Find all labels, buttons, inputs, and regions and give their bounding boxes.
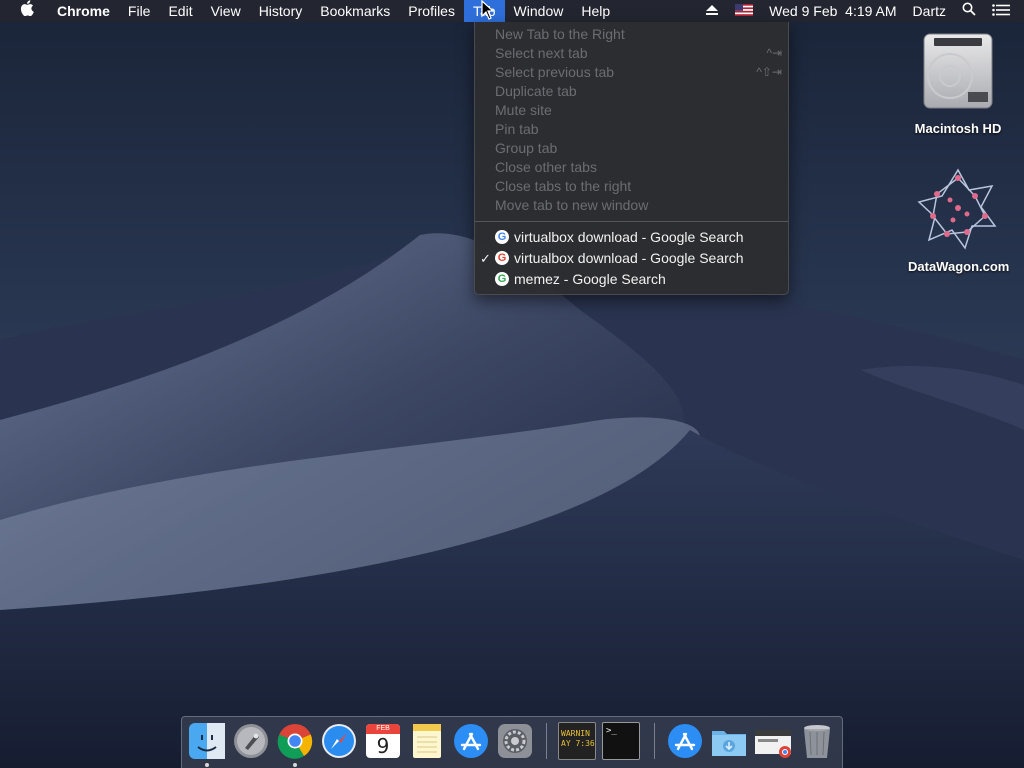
menu-item-label: Move tab to new window [495, 197, 649, 213]
dock: FEB 9 WARNIN AY 7:36 >_ [181, 716, 843, 768]
terminal-prompt: >_ [606, 726, 617, 736]
menu-item-label: Group tab [495, 140, 558, 156]
menu-item-label: virtualbox download - Google Search [514, 250, 744, 266]
menu-item-label: Duplicate tab [495, 83, 577, 99]
menu-separator [475, 221, 788, 222]
downloads-folder-icon[interactable] [710, 722, 748, 760]
menu-item-move-tab-to-new-window: Move tab to new window [475, 196, 788, 215]
google-favicon-icon: G [495, 230, 509, 244]
menu-item-new-tab-to-right: New Tab to the Right [475, 25, 788, 44]
menu-item-select-next-tab: Select next tab ^⇥ [475, 44, 788, 63]
launchpad-icon[interactable] [232, 722, 270, 760]
console-text: WARNIN AY 7:36 [561, 729, 595, 748]
datawagon-logo-icon [917, 168, 997, 250]
menu-item-tab-1[interactable]: Gvirtualbox download - Google Search [475, 227, 788, 248]
menu-item-mute-site: Mute site [475, 101, 788, 120]
menu-profiles[interactable]: Profiles [399, 0, 464, 22]
apple-icon[interactable] [0, 0, 48, 22]
console-icon[interactable]: WARNIN AY 7:36 [558, 722, 596, 760]
menu-item-close-other-tabs: Close other tabs [475, 158, 788, 177]
menu-edit[interactable]: Edit [159, 0, 201, 22]
us-flag-icon[interactable] [727, 0, 761, 22]
menu-item-label: Close other tabs [495, 159, 597, 175]
menu-item-label: virtualbox download - Google Search [514, 229, 744, 245]
app-store-icon[interactable] [452, 722, 490, 760]
google-favicon-icon: G [495, 251, 509, 265]
trash-icon[interactable] [798, 722, 836, 760]
desktop-icon-label: DataWagon.com [908, 259, 1010, 274]
checkmark-icon: ✓ [480, 251, 491, 266]
notification-center-icon[interactable] [984, 0, 1024, 22]
running-indicator [293, 763, 297, 767]
menu-item-tab-3[interactable]: Gmemez - Google Search [475, 269, 788, 290]
menu-item-label: New Tab to the Right [495, 26, 625, 42]
menu-item-label: Select previous tab [495, 64, 615, 80]
menu-bookmarks[interactable]: Bookmarks [311, 0, 399, 22]
menu-item-label: Mute site [495, 102, 552, 118]
mouse-cursor-icon [481, 0, 495, 20]
calendar-day: 9 [376, 734, 390, 758]
desktop-icon-label: Macintosh HD [914, 121, 1002, 136]
menu-item-shortcut: ^⇧⇥ [756, 65, 782, 79]
desktop-icon-datawagon[interactable]: DataWagon.com [908, 168, 1010, 274]
menu-item-group-tab: Group tab [475, 139, 788, 158]
running-indicator [205, 763, 209, 767]
calendar-month: FEB [376, 725, 390, 732]
chrome-window-icon[interactable] [754, 722, 792, 760]
menu-item-label: Select next tab [495, 45, 588, 61]
system-preferences-icon[interactable] [496, 722, 534, 760]
clock[interactable]: Wed 9 Feb 4:19 AM [761, 0, 904, 22]
menu-item-select-previous-tab: Select previous tab ^⇧⇥ [475, 63, 788, 82]
safari-icon[interactable] [320, 722, 358, 760]
menu-item-label: memez - Google Search [514, 271, 666, 287]
menu-help[interactable]: Help [572, 0, 619, 22]
spotlight-search-icon[interactable] [954, 0, 984, 22]
menu-file[interactable]: File [119, 0, 160, 22]
dock-separator [546, 723, 547, 759]
menu-bar-status-area: Wed 9 Feb 4:19 AM Dartz [697, 0, 1024, 22]
menu-item-tab-2[interactable]: ✓ Gvirtualbox download - Google Search [475, 248, 788, 269]
notes-icon[interactable] [408, 722, 446, 760]
hard-drive-icon [923, 33, 993, 109]
user-name[interactable]: Dartz [905, 0, 954, 22]
dock-separator [654, 723, 655, 759]
menu-item-label: Close tabs to the right [495, 178, 632, 194]
desktop-icon-macintosh-hd[interactable]: Macintosh HD [908, 30, 1008, 136]
menu-view[interactable]: View [202, 0, 250, 22]
applications-folder-icon[interactable] [666, 722, 704, 760]
chrome-icon[interactable] [276, 722, 314, 760]
menu-window[interactable]: Window [505, 0, 573, 22]
eject-icon[interactable] [697, 0, 727, 22]
menu-item-shortcut: ^⇥ [766, 46, 782, 60]
app-menu-chrome[interactable]: Chrome [48, 0, 119, 22]
tab-menu-dropdown: New Tab to the Right Select next tab ^⇥ … [474, 22, 789, 295]
menu-history[interactable]: History [250, 0, 312, 22]
terminal-icon[interactable]: >_ [602, 722, 640, 760]
calendar-icon[interactable]: FEB 9 [364, 722, 402, 760]
menu-item-label: Pin tab [495, 121, 539, 137]
menu-item-close-tabs-to-right: Close tabs to the right [475, 177, 788, 196]
menu-item-pin-tab: Pin tab [475, 120, 788, 139]
menu-bar: Chrome File Edit View History Bookmarks … [0, 0, 1024, 22]
finder-icon[interactable] [188, 722, 226, 760]
google-favicon-icon: G [495, 272, 509, 286]
menu-item-duplicate-tab: Duplicate tab [475, 82, 788, 101]
